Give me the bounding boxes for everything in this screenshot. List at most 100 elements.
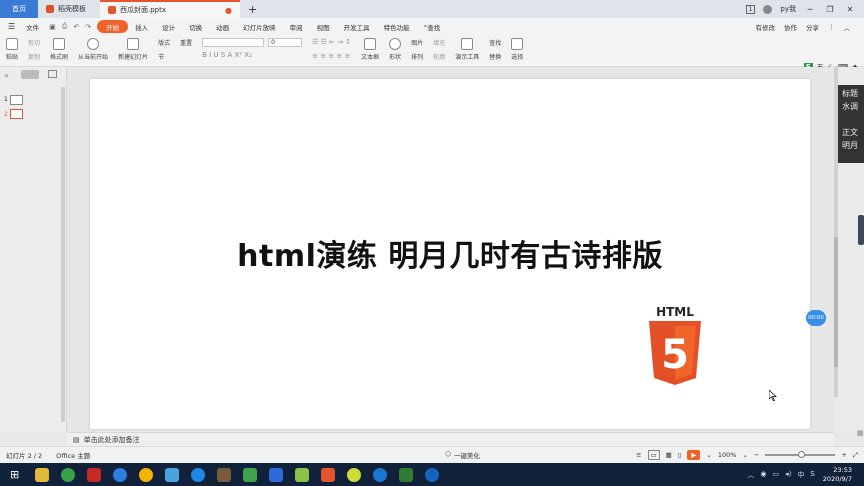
user-name[interactable]: py我 bbox=[780, 4, 796, 14]
find-button[interactable]: 查找 bbox=[489, 38, 501, 47]
tray-chevron-icon[interactable]: ︿ bbox=[747, 470, 754, 480]
wps-writer-icon[interactable] bbox=[269, 467, 284, 482]
ime-tray-icon[interactable]: 中 bbox=[797, 470, 804, 480]
slide-title[interactable]: html演练 明月几时有古诗排版 bbox=[90, 231, 810, 275]
slide-canvas[interactable]: html演练 明月几时有古诗排版 HTML 5 bbox=[90, 79, 810, 429]
tab-count-badge[interactable]: 1 bbox=[745, 4, 756, 14]
menu-animation[interactable]: 动画 bbox=[209, 20, 236, 33]
menu-slideshow[interactable]: 幻灯片放映 bbox=[236, 20, 283, 33]
paste-button[interactable]: 粘贴 bbox=[6, 38, 18, 61]
minimize-icon[interactable]: ─ bbox=[804, 5, 816, 14]
font-format-buttons[interactable]: B I U S A X² X₂ bbox=[202, 51, 302, 59]
copy-button[interactable]: 复制 bbox=[28, 52, 40, 61]
more-icon[interactable]: ⋮ bbox=[828, 23, 835, 31]
right-rail-icon[interactable]: ▦ bbox=[857, 429, 864, 437]
beautify-button[interactable]: ⬡ 一键美化 bbox=[445, 450, 480, 460]
zoom-level[interactable]: 100% bbox=[718, 451, 737, 459]
textbox-button[interactable]: 文本框 bbox=[361, 38, 379, 61]
zoom-menu-icon[interactable]: ⌄ bbox=[706, 451, 711, 459]
font-name-input[interactable] bbox=[202, 38, 265, 47]
slideshow-play-icon[interactable]: ▶ bbox=[687, 450, 701, 460]
list-icons[interactable]: ☰ ☰ ⇤ ⇥ ↕ bbox=[312, 38, 351, 46]
redo-icon[interactable]: ↷ bbox=[85, 23, 91, 31]
menu-transition[interactable]: 切换 bbox=[182, 20, 209, 33]
wps-presentation-icon[interactable] bbox=[321, 467, 336, 482]
menu-view[interactable]: 视图 bbox=[310, 20, 337, 33]
tray-app-icon[interactable]: ◉ bbox=[760, 470, 766, 480]
browser-q-icon[interactable] bbox=[113, 467, 128, 482]
tab-home[interactable]: 首页 bbox=[0, 0, 38, 18]
volume-icon[interactable]: ◂) bbox=[785, 470, 791, 480]
arrange-button[interactable]: 排列 bbox=[411, 52, 423, 61]
replace-button[interactable]: 替换 bbox=[489, 52, 501, 61]
collaborate-button[interactable]: 协作 bbox=[784, 22, 797, 32]
section-button[interactable]: 节 bbox=[158, 52, 170, 61]
html5-logo-icon[interactable]: HTML 5 bbox=[646, 305, 704, 387]
reading-view-icon[interactable]: ▯ bbox=[678, 451, 682, 459]
print-icon[interactable]: ⎙ bbox=[62, 22, 68, 31]
slide-thumbnail[interactable] bbox=[10, 95, 23, 105]
app-green-icon[interactable] bbox=[61, 467, 76, 482]
side-handle[interactable] bbox=[858, 215, 864, 245]
picture-button[interactable]: 图片 bbox=[411, 38, 423, 47]
notes-bar[interactable]: ▤ 单击此处添加备注 bbox=[67, 432, 834, 446]
tab-template[interactable]: 稻壳模板 bbox=[38, 0, 100, 18]
edge-icon[interactable] bbox=[425, 467, 440, 482]
format-painter-button[interactable]: 格式刷 bbox=[50, 38, 68, 61]
menu-developer[interactable]: 开发工具 bbox=[337, 20, 377, 33]
new-tab-button[interactable]: + bbox=[240, 0, 265, 18]
zoom-slider-thumb[interactable] bbox=[798, 451, 806, 458]
fit-window-icon[interactable]: ⤢ bbox=[853, 451, 858, 460]
menu-special[interactable]: 特色功能 bbox=[377, 20, 417, 33]
normal-view-icon[interactable]: ▭ bbox=[647, 450, 660, 460]
app-green2-icon[interactable] bbox=[243, 467, 258, 482]
tab-file[interactable]: 西瓜封面.pptx ● bbox=[100, 0, 240, 18]
app-red-icon[interactable] bbox=[87, 467, 102, 482]
shape-button[interactable]: 形状 bbox=[389, 38, 401, 61]
outline-button[interactable]: 轮廓 bbox=[433, 52, 445, 61]
sorter-view-icon[interactable]: ▦ bbox=[666, 451, 672, 459]
tray-sogou-icon[interactable]: S bbox=[810, 470, 814, 480]
ie-icon[interactable] bbox=[373, 467, 388, 482]
notes-toggle-icon[interactable]: ≡ bbox=[636, 451, 641, 459]
system-tray[interactable]: ︿ ◉ ▭ ◂) 中 S bbox=[747, 470, 814, 480]
taskbar-clock[interactable]: 23:53 2020/9/7 bbox=[823, 466, 864, 484]
menu-insert[interactable]: 插入 bbox=[128, 20, 155, 33]
menu-search[interactable]: ⌕ 查找 bbox=[417, 20, 448, 33]
menu-home[interactable]: 开始 bbox=[97, 20, 129, 33]
maximize-icon[interactable]: ❐ bbox=[824, 5, 836, 14]
layout-button[interactable]: 版式 bbox=[158, 38, 170, 47]
close-icon[interactable]: ✕ bbox=[844, 5, 856, 14]
app-lime-icon[interactable] bbox=[295, 467, 310, 482]
zoom-out-icon[interactable]: − bbox=[754, 451, 759, 459]
menu-file[interactable]: 文件 bbox=[19, 20, 46, 33]
chrome-icon[interactable] bbox=[139, 467, 154, 482]
app-blue-icon[interactable] bbox=[165, 467, 180, 482]
zoom-in-icon[interactable]: + bbox=[841, 451, 846, 459]
zoom-menu-icon[interactable]: ⌄ bbox=[742, 451, 747, 459]
zoom-slider[interactable] bbox=[765, 451, 836, 458]
from-current-button[interactable]: 从当前开始 bbox=[78, 38, 108, 61]
hamburger-icon[interactable]: ☰ bbox=[8, 22, 15, 31]
fill-button[interactable]: 填充 bbox=[433, 38, 445, 47]
share-button[interactable]: 分享 bbox=[806, 22, 819, 32]
reset-button[interactable]: 重置 bbox=[180, 38, 192, 47]
save-icon[interactable]: ▣ bbox=[49, 23, 56, 31]
align-icons[interactable]: ≡ ≡ ≡ ≡ ≡ bbox=[312, 52, 351, 60]
recording-timer[interactable]: 00:00 bbox=[806, 310, 826, 326]
app-circle-icon[interactable] bbox=[191, 467, 206, 482]
avatar[interactable] bbox=[763, 4, 773, 14]
modified-button[interactable]: 有修改 bbox=[756, 22, 776, 32]
panel-scrollbar[interactable] bbox=[61, 87, 65, 422]
app-brown-icon[interactable] bbox=[217, 467, 232, 482]
font-size-input[interactable]: 0 bbox=[268, 38, 303, 47]
cut-button[interactable]: 剪切 bbox=[28, 38, 40, 47]
file-explorer-icon[interactable] bbox=[35, 467, 50, 482]
app-h-icon[interactable] bbox=[399, 467, 414, 482]
windows-start-icon[interactable]: ⊞ bbox=[10, 468, 19, 481]
collapse-panel-icon[interactable]: « bbox=[4, 71, 9, 80]
slide-thumbnail-selected[interactable] bbox=[10, 109, 23, 119]
app-yellow-icon[interactable] bbox=[347, 467, 362, 482]
new-slide-button[interactable]: 新建幻灯片 bbox=[118, 38, 148, 61]
stage-scrollbar-thumb[interactable] bbox=[834, 237, 838, 367]
